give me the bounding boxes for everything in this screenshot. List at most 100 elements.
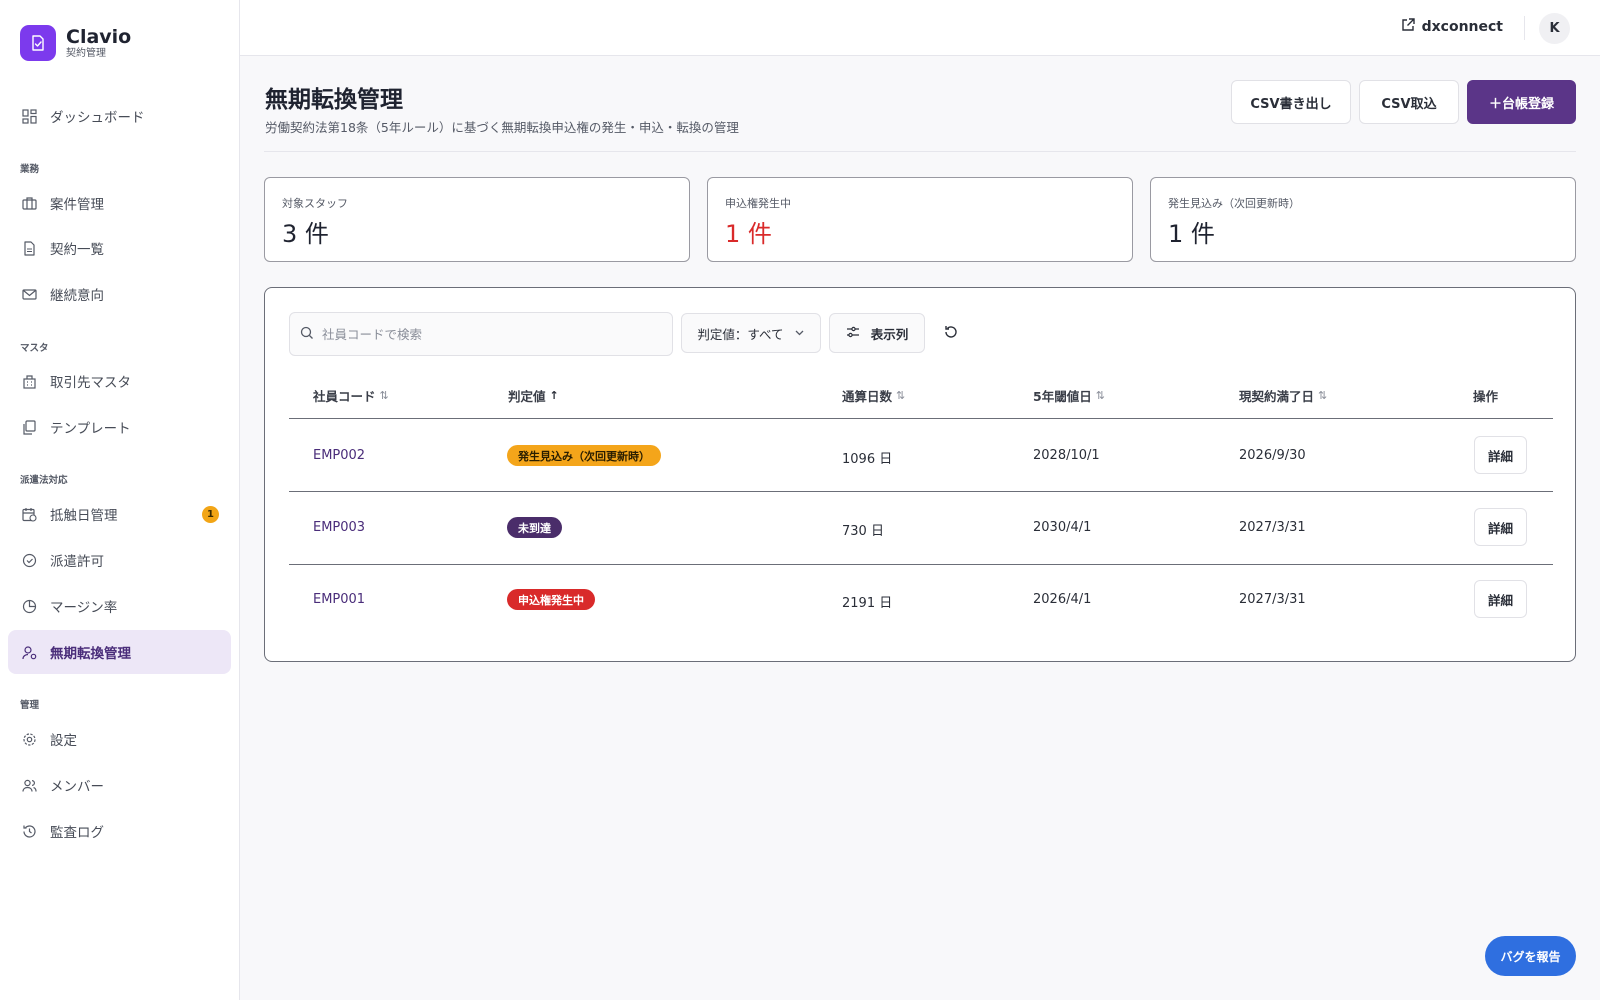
brand-name: Clavio (66, 26, 132, 48)
register-ledger-button[interactable]: ＋台帳登録 (1467, 80, 1576, 124)
search-icon (300, 325, 314, 344)
briefcase-icon (21, 195, 37, 211)
stat-label: 発生見込み（次回更新時） (1168, 197, 1300, 210)
search-box[interactable] (289, 312, 673, 356)
external-link-icon (1401, 18, 1415, 36)
sidebar-item-audit-log[interactable]: 監査ログ (8, 809, 231, 853)
mail-icon (21, 286, 37, 302)
section-label-dispatch-law: 派遣法対応 (20, 475, 68, 486)
column-header-employee-code[interactable]: 社員コード ⇅ (313, 386, 389, 405)
sidebar-item-label: ダッシュボード (50, 110, 145, 126)
status-badge: 発生見込み（次回更新時） (507, 445, 661, 466)
stat-value: 1 件 (725, 220, 772, 248)
sidebar-item-label: メンバー (50, 779, 104, 795)
table-header-divider (289, 418, 1553, 419)
external-workspace-link[interactable]: dxconnect (1401, 18, 1503, 36)
stat-card-target-staff: 対象スタッフ 3 件 (264, 177, 690, 262)
column-header-label: 社員コード (313, 389, 376, 404)
conversion-table-card: 判定値：すべて 表示列 社員コード⇅ 判定値↑ 通算日数⇅ 5年閾値日⇅ 現契約… (264, 287, 1576, 662)
detail-button[interactable]: 詳細 (1474, 436, 1527, 474)
detail-button[interactable]: 詳細 (1474, 508, 1527, 546)
sidebar-item-margin-rate[interactable]: マージン率 (8, 584, 231, 628)
user-avatar[interactable]: K (1539, 13, 1570, 44)
sidebar-item-renewal-intent[interactable]: 継続意向 (8, 272, 231, 316)
workspace-link-label: dxconnect (1421, 19, 1503, 35)
sidebar-item-dashboard[interactable]: ダッシュボード (8, 94, 231, 138)
status-badge: 申込権発生中 (507, 589, 595, 610)
column-header-label: 5年閾値日 (1033, 389, 1092, 404)
sidebar-item-label: 契約一覧 (50, 242, 104, 258)
column-header-contract-end[interactable]: 現契約満了日 ⇅ (1239, 386, 1327, 405)
contract-end-cell: 2027/3/31 (1239, 592, 1306, 607)
sidebar-item-contracts[interactable]: 契約一覧 (8, 226, 231, 270)
sidebar-item-settings[interactable]: 設定 (8, 717, 231, 761)
status-badge: 未到達 (507, 517, 562, 538)
sidebar: Clavio 契約管理 ダッシュボード 業務 案件管理 契約一覧 継続意向 マス… (0, 0, 240, 1000)
section-label-master: マスタ (20, 343, 49, 354)
employee-code-cell[interactable]: EMP002 (313, 448, 365, 463)
gear-icon (21, 731, 37, 747)
detail-button[interactable]: 詳細 (1474, 580, 1527, 618)
column-header-total-days[interactable]: 通算日数 ⇅ (842, 386, 905, 405)
document-icon (21, 240, 37, 256)
sidebar-item-label: マージン率 (50, 600, 118, 616)
sidebar-item-label: 取引先マスタ (50, 375, 131, 391)
judgment-filter-select[interactable]: 判定値：すべて (681, 313, 821, 353)
page-subtitle: 労働契約法第18条（5年ルール）に基づく無期転換申込権の発生・申込・転換の管理 (265, 120, 739, 135)
threshold-date-cell: 2026/4/1 (1033, 592, 1092, 607)
column-header-threshold-date[interactable]: 5年閾値日 ⇅ (1033, 386, 1105, 405)
report-bug-button[interactable]: バグを報告 (1485, 936, 1576, 976)
sidebar-item-indefinite-conversion[interactable]: 無期転換管理 (8, 630, 231, 674)
brand-subtitle: 契約管理 (66, 48, 106, 59)
sidebar-item-dispatch-permit[interactable]: 派遣許可 (8, 538, 231, 582)
sidebar-item-label: 監査ログ (50, 825, 104, 841)
csv-import-button[interactable]: CSV取込 (1359, 80, 1459, 124)
sidebar-item-templates[interactable]: テンプレート (8, 405, 231, 449)
grid-icon (21, 108, 37, 124)
section-label-admin: 管理 (20, 700, 40, 711)
sidebar-item-projects[interactable]: 案件管理 (8, 181, 231, 225)
csv-export-button[interactable]: CSV書き出し (1231, 80, 1351, 124)
copy-icon (21, 419, 37, 435)
search-input[interactable] (322, 326, 652, 342)
chevron-down-icon (794, 326, 805, 341)
employee-code-cell[interactable]: EMP001 (313, 592, 365, 607)
threshold-date-cell: 2030/4/1 (1033, 520, 1092, 535)
stat-card-expected: 発生見込み（次回更新時） 1 件 (1150, 177, 1576, 262)
contract-end-cell: 2026/9/30 (1239, 448, 1306, 463)
calendar-clock-icon (21, 506, 37, 522)
sidebar-item-conflict-date[interactable]: 抵触日管理 1 (8, 492, 231, 536)
building-icon (21, 373, 37, 389)
column-toggle-button[interactable]: 表示列 (829, 313, 925, 353)
sort-icon: ⇅ (896, 389, 906, 402)
column-header-actions: 操作 (1473, 386, 1498, 405)
topbar-divider (1524, 16, 1525, 40)
stat-label: 申込権発生中 (725, 197, 791, 210)
section-label-operations: 業務 (20, 164, 40, 175)
sidebar-item-label: 設定 (50, 733, 77, 749)
brand[interactable]: Clavio 契約管理 (20, 25, 131, 61)
pie-chart-icon (21, 598, 37, 614)
sidebar-item-label: 案件管理 (50, 197, 104, 213)
header-divider (264, 151, 1576, 152)
contract-logo-icon (20, 25, 56, 61)
sidebar-item-label: 抵触日管理 (50, 508, 118, 524)
total-days-cell: 1096 日 (842, 452, 893, 467)
column-header-judgment[interactable]: 判定値 ↑ (508, 386, 559, 405)
sidebar-item-label: 無期転換管理 (50, 646, 131, 662)
stat-value: 3 件 (282, 220, 329, 248)
column-header-label: 現契約満了日 (1239, 389, 1315, 404)
sidebar-item-label: テンプレート (50, 421, 131, 437)
page-title: 無期転換管理 (265, 87, 403, 113)
sidebar-item-clients[interactable]: 取引先マスタ (8, 359, 231, 403)
sidebar-item-members[interactable]: メンバー (8, 763, 231, 807)
users-icon (21, 777, 37, 793)
employee-code-cell[interactable]: EMP003 (313, 520, 365, 535)
refresh-icon[interactable] (943, 324, 961, 342)
sort-icon: ⇅ (1318, 389, 1328, 402)
column-header-label: 判定値 (508, 389, 546, 404)
total-days-cell: 2191 日 (842, 596, 893, 611)
sliders-icon (846, 325, 860, 342)
sort-icon: ⇅ (379, 389, 389, 402)
check-circle-icon (21, 552, 37, 568)
